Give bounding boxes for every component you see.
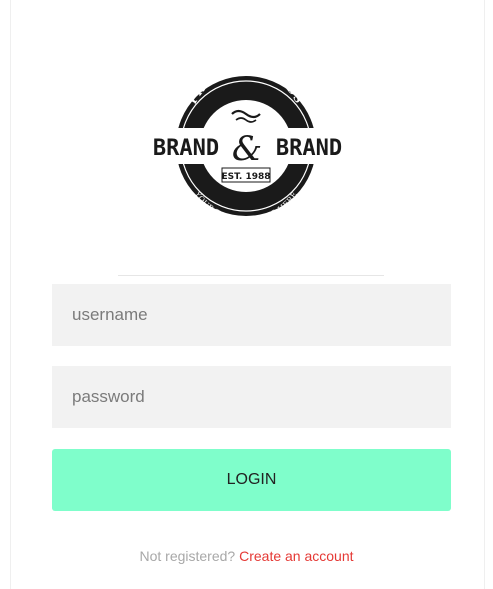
logo-divider	[118, 275, 384, 276]
left-edge	[10, 0, 11, 589]
brand-logo: PREMIUM GOODS BRAND & BRAND EST. 1988 YO…	[130, 28, 360, 258]
password-input[interactable]	[52, 366, 451, 428]
create-account-link[interactable]: Create an account	[239, 548, 353, 564]
login-page: PREMIUM GOODS BRAND & BRAND EST. 1988 YO…	[0, 0, 493, 589]
login-button[interactable]: LOGIN	[52, 449, 451, 511]
logo-est: EST. 1988	[221, 172, 270, 182]
logo-brand-left: BRAND	[153, 136, 219, 161]
register-prompt: Not registered? Create an account	[0, 548, 493, 564]
username-input[interactable]	[52, 284, 451, 346]
right-edge	[484, 0, 485, 589]
register-prompt-text: Not registered?	[139, 548, 240, 564]
logo-brand-right: BRAND	[276, 136, 342, 161]
logo-ampersand: &	[232, 129, 262, 169]
